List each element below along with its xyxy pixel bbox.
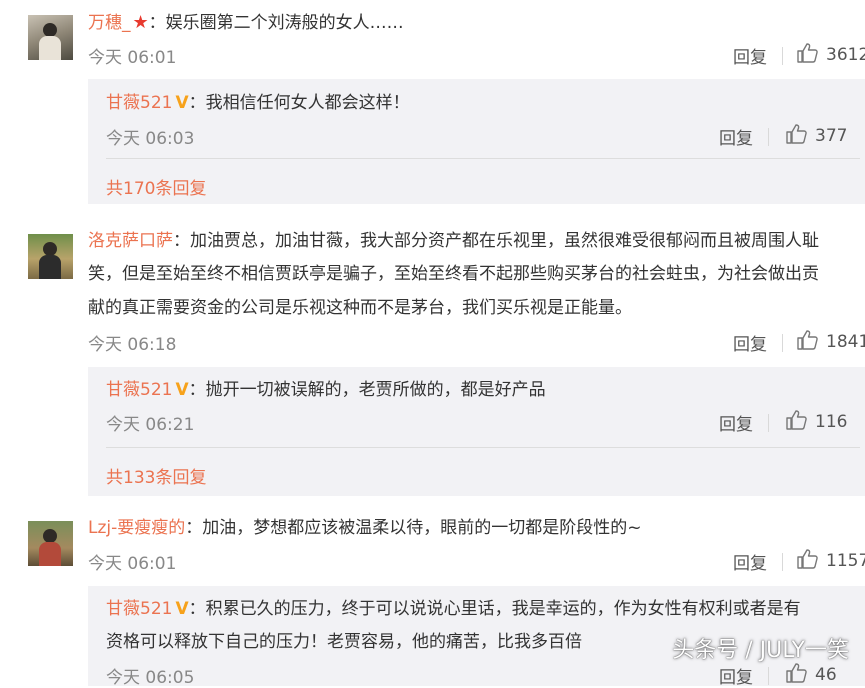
- comment-item: 万穗_ ★：娱乐圈第二个刘涛般的女人…… 今天 06:01 回复 3612 甘薇5…: [0, 0, 865, 204]
- thumbs-up-icon: [797, 549, 818, 569]
- like-count: 116: [815, 412, 848, 432]
- like-count: 46: [815, 665, 837, 685]
- reply-time: 今天 06:05: [106, 668, 195, 688]
- divider: [782, 553, 783, 571]
- reply-box: 甘薇521 V：抛开一切被误解的，老贾所做的，都是好产品 今天 06:21 回复 …: [88, 367, 865, 496]
- reply-button[interactable]: 回复: [733, 549, 767, 574]
- divider: [768, 128, 769, 146]
- watermark: 头条号 / JULY一笑: [672, 638, 849, 663]
- divider: [106, 158, 860, 159]
- reply-button[interactable]: 回复: [719, 410, 753, 435]
- comment-text: ：娱乐圈第二个刘涛般的女人……: [148, 13, 404, 33]
- divider: [768, 667, 769, 685]
- comment-line: 洛克萨口萨：加油贾总，加油甘薇，我大部分资产都在乐视里，虽然很难受很郁闷而且被周…: [88, 226, 865, 257]
- comment-text: ：加油，梦想都应该被温柔以待，眼前的一切都是阶段性的~: [185, 518, 642, 538]
- reply-button[interactable]: 回复: [719, 124, 753, 149]
- like-count: 3612: [826, 45, 865, 65]
- like-button[interactable]: 116: [786, 410, 847, 432]
- reply-text: ：我相信任何女人都会这样！: [188, 93, 410, 113]
- username-link[interactable]: Lzj-要瘦瘦的: [88, 518, 185, 538]
- like-count: 377: [815, 126, 848, 146]
- comment-line: 笑，但是至始至终不相信贾跃亭是骗子，至始至终看不起那些购买茅台的社会蛀虫，为社会…: [88, 259, 865, 290]
- comment-time: 今天 06:18: [88, 335, 177, 355]
- like-button[interactable]: 1157: [797, 549, 865, 571]
- thumbs-up-icon: [786, 124, 807, 144]
- avatar[interactable]: [28, 521, 73, 566]
- username-link[interactable]: 甘薇521: [106, 93, 172, 113]
- divider: [768, 414, 769, 432]
- verified-v-icon: V: [175, 599, 189, 619]
- comment-text: 笑，但是至始至终不相信贾跃亭是骗子，至始至终看不起那些购买茅台的社会蛀虫，为社会…: [88, 264, 819, 284]
- like-button[interactable]: 3612: [797, 43, 865, 65]
- reply-line: 甘薇521 V：积累已久的压力，终于可以说说心里话，我是幸运的，作为女性有权利或者…: [106, 594, 865, 625]
- divider: [782, 334, 783, 352]
- verified-v-icon: V: [175, 93, 189, 113]
- username-link[interactable]: 万穗_: [88, 13, 131, 33]
- comment-time: 今天 06:01: [88, 48, 177, 68]
- comment-line: 献的真正需要资金的公司是乐视这种而不是茅台，我们买乐视是正能量。: [88, 293, 865, 324]
- reply-text: ：抛开一切被误解的，老贾所做的，都是好产品: [188, 380, 546, 400]
- comment-line: Lzj-要瘦瘦的：加油，梦想都应该被温柔以待，眼前的一切都是阶段性的~: [88, 513, 865, 544]
- divider: [782, 47, 783, 65]
- comment-text: 献的真正需要资金的公司是乐视这种而不是茅台，我们买乐视是正能量。: [88, 298, 632, 318]
- avatar[interactable]: [28, 234, 73, 279]
- like-count: 1841: [826, 332, 865, 352]
- avatar[interactable]: [28, 15, 73, 60]
- reply-text: 资格可以释放下自己的压力！老贾容易，他的痛苦，比我多百倍: [106, 632, 582, 652]
- username-link[interactable]: 甘薇521: [106, 380, 172, 400]
- like-button[interactable]: 377: [786, 124, 847, 146]
- reply-box: 甘薇521 V：我相信任何女人都会这样！ 今天 06:03 回复 377 共170…: [88, 79, 865, 204]
- like-button[interactable]: 1841: [797, 330, 865, 352]
- thumbs-up-icon: [786, 410, 807, 430]
- comment-line: 万穗_ ★：娱乐圈第二个刘涛般的女人……: [88, 7, 865, 39]
- comment-time: 今天 06:01: [88, 554, 177, 574]
- reply-text: ：积累已久的压力，终于可以说说心里话，我是幸运的，作为女性有权利或者是有: [188, 599, 801, 619]
- reply-button[interactable]: 回复: [719, 663, 753, 688]
- comment-item: 洛克萨口萨：加油贾总，加油甘薇，我大部分资产都在乐视里，虽然很难受很郁闷而且被周…: [0, 222, 865, 496]
- thumbs-up-icon: [797, 43, 818, 63]
- more-replies-link[interactable]: 共170条回复: [106, 174, 206, 199]
- reply-button[interactable]: 回复: [733, 330, 767, 355]
- like-count: 1157: [826, 551, 865, 571]
- reply-time: 今天 06:21: [106, 415, 195, 435]
- comment-text: ：加油贾总，加油甘薇，我大部分资产都在乐视里，虽然很难受很郁闷而且被周围人耻: [173, 231, 819, 251]
- reply-line: 甘薇521 V：抛开一切被误解的，老贾所做的，都是好产品: [106, 375, 865, 406]
- verified-v-icon: V: [175, 380, 189, 400]
- reply-line: 甘薇521 V：我相信任何女人都会这样！: [106, 88, 865, 119]
- more-replies-link[interactable]: 共133条回复: [106, 463, 206, 488]
- divider: [106, 447, 860, 448]
- username-link[interactable]: 甘薇521: [106, 599, 172, 619]
- star-icon: ★: [132, 12, 149, 33]
- like-button[interactable]: 46: [786, 663, 837, 685]
- username-link[interactable]: 洛克萨口萨: [88, 231, 173, 251]
- thumbs-up-icon: [786, 663, 807, 683]
- reply-time: 今天 06:03: [106, 129, 195, 149]
- thumbs-up-icon: [797, 330, 818, 350]
- reply-button[interactable]: 回复: [733, 43, 767, 68]
